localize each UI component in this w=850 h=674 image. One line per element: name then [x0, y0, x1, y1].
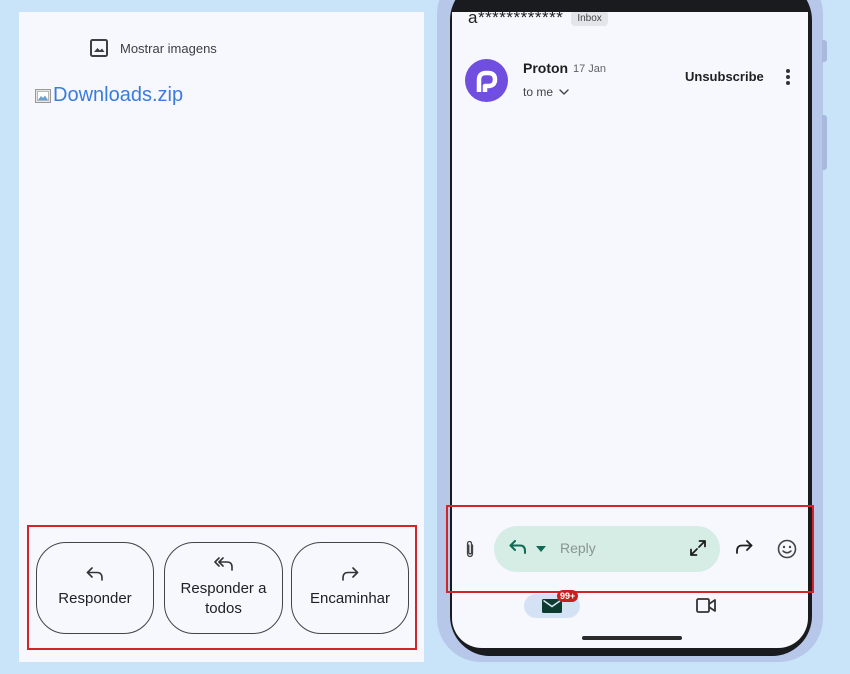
sender-date: 17 Jan	[573, 63, 607, 75]
notification-badge: 99+	[557, 590, 579, 602]
more-vert-icon[interactable]	[785, 68, 791, 86]
chevron-down-icon	[559, 89, 569, 95]
reply-all-label: Responder a todos	[181, 579, 267, 619]
reply-all-label-line1: Responder a	[180, 580, 267, 597]
show-images-label: Mostrar imagens	[120, 40, 217, 56]
proton-logo-icon	[476, 70, 497, 92]
expand-icon[interactable]	[689, 539, 707, 557]
show-images-button[interactable]: Mostrar imagens	[90, 39, 217, 57]
reply-icon[interactable]	[509, 540, 527, 554]
attach-icon[interactable]	[465, 540, 475, 558]
reply-button[interactable]: Responder	[36, 542, 154, 634]
video-call-icon[interactable]	[696, 598, 716, 613]
attachment-link[interactable]: Downloads.zip	[35, 84, 183, 107]
forward-label: Encaminhar	[309, 590, 391, 607]
recipient-details[interactable]: to me	[523, 85, 569, 99]
nav-mail-tab[interactable]: 99+	[524, 590, 580, 618]
forward-icon[interactable]	[735, 540, 753, 554]
attachment-name: Downloads.zip	[53, 84, 184, 106]
sender-name[interactable]: Proton	[523, 60, 568, 76]
reply-all-icon	[213, 557, 233, 571]
home-indicator[interactable]	[582, 636, 682, 640]
sender-avatar[interactable]	[465, 59, 508, 102]
forward-icon	[342, 567, 359, 581]
left-email-view: Mostrar imagens Downloads.zip Responder …	[19, 12, 424, 662]
reply-label: Responder	[58, 590, 132, 607]
unsubscribe-button[interactable]: Unsubscribe	[685, 69, 764, 84]
reply-all-button[interactable]: Responder a todos	[164, 542, 283, 634]
reply-icon	[86, 567, 103, 581]
recipient-label: to me	[523, 85, 554, 99]
caret-down-icon[interactable]	[536, 546, 546, 552]
phone-side-button	[822, 40, 827, 62]
emoji-icon[interactable]	[777, 539, 797, 559]
reply-placeholder: Reply	[560, 540, 596, 556]
email-subject-row: a************ Inbox	[468, 12, 608, 32]
email-subject: a************	[468, 12, 564, 27]
inbox-label-badge[interactable]: Inbox	[571, 12, 608, 26]
forward-button[interactable]: Encaminhar	[291, 542, 409, 634]
phone-volume-button	[822, 115, 827, 170]
action-buttons-highlight: Responder Responder a todos Encaminhar	[27, 525, 417, 650]
reply-all-label-line2: todos	[205, 600, 242, 617]
reply-field[interactable]: Reply	[494, 526, 720, 572]
file-icon	[35, 88, 51, 103]
image-icon	[90, 39, 108, 57]
